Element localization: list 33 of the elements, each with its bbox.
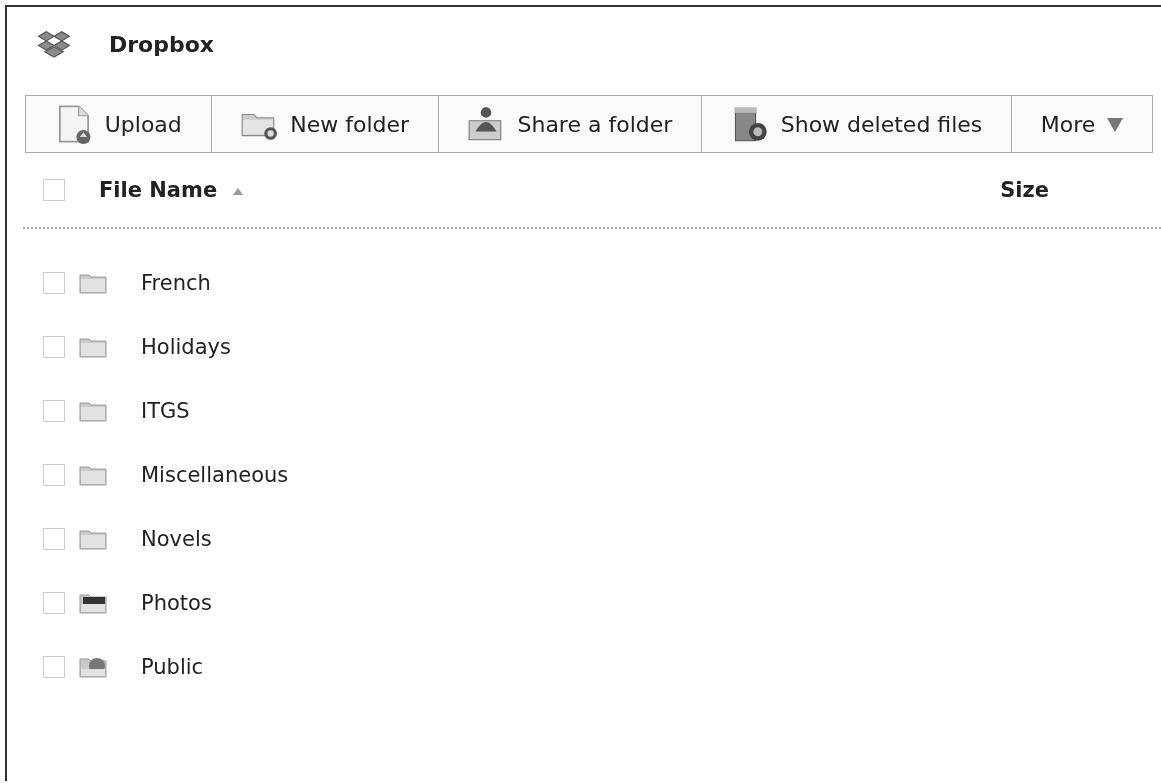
file-name[interactable]: Photos xyxy=(141,591,212,615)
column-header[interactable]: Size xyxy=(1000,178,1049,202)
new-folder-button[interactable]: New folder xyxy=(210,95,438,153)
deleted-button[interactable]: Show deleted files xyxy=(701,95,1012,153)
box-logo-icon xyxy=(37,28,71,60)
share-button[interactable]: Share a folder xyxy=(437,95,702,153)
app-title: Dropbox xyxy=(109,31,215,57)
sort-icon xyxy=(233,187,244,195)
column-header[interactable]: File Name xyxy=(99,178,244,202)
file-name[interactable]: Miscellaneous xyxy=(141,463,289,487)
caret-icon xyxy=(1107,116,1124,132)
folder-icon xyxy=(79,528,107,550)
row-checkbox[interactable] xyxy=(43,656,65,678)
folder-icon xyxy=(79,464,107,486)
row-checkbox[interactable] xyxy=(43,464,65,486)
upload-button[interactable]: Upload xyxy=(25,95,211,153)
row-checkbox[interactable] xyxy=(43,336,65,358)
folder-icon xyxy=(79,272,107,294)
file-name[interactable]: Public xyxy=(141,655,204,679)
more-button[interactable]: More xyxy=(1011,95,1153,153)
file-name[interactable]: Holidays xyxy=(141,335,231,359)
file-name[interactable]: French xyxy=(141,271,211,295)
file-name[interactable]: ITGS xyxy=(141,399,190,423)
row-checkbox[interactable] xyxy=(43,272,65,294)
photo-folder-icon xyxy=(79,592,107,614)
row-checkbox[interactable] xyxy=(43,400,65,422)
select-all-checkbox[interactable] xyxy=(43,179,65,201)
file-name[interactable]: Novels xyxy=(141,527,212,551)
globe-folder-icon xyxy=(79,656,107,678)
row-checkbox[interactable] xyxy=(43,592,65,614)
row-checkbox[interactable] xyxy=(43,528,65,550)
folder-icon xyxy=(79,400,107,422)
folder-icon xyxy=(79,336,107,358)
